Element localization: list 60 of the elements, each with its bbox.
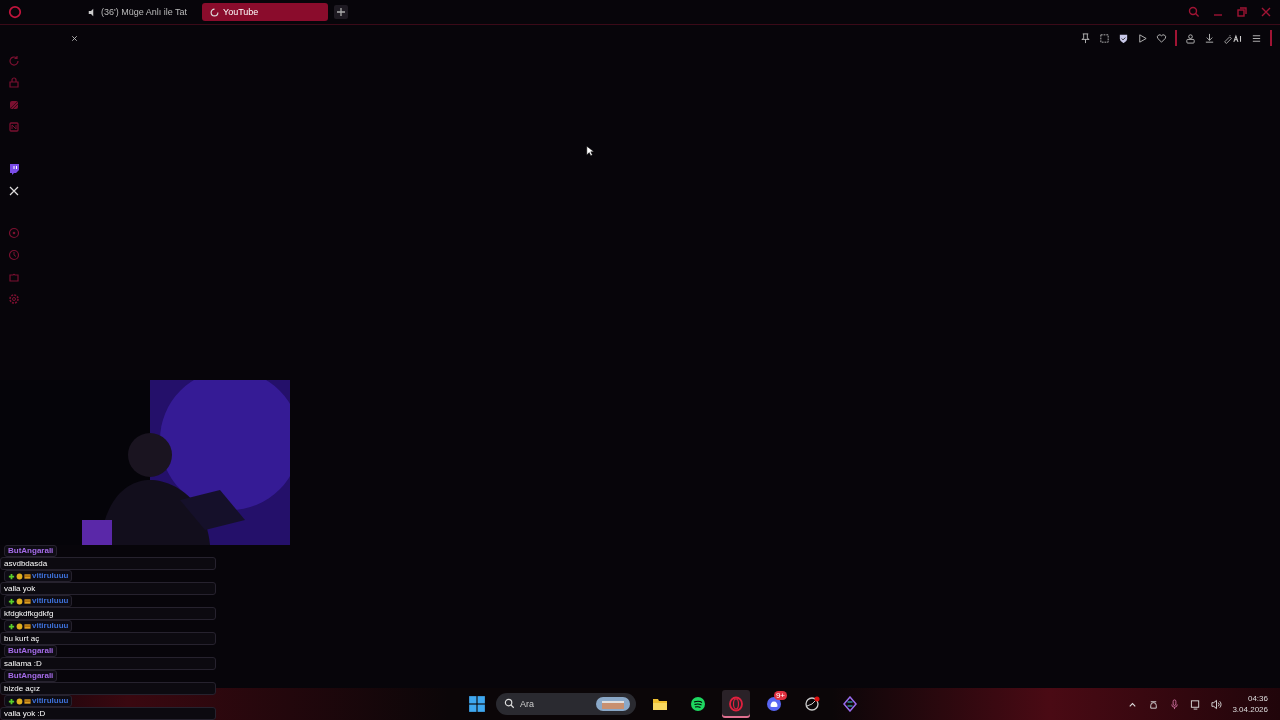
chat-username: vitiruluuu <box>32 696 69 706</box>
microphone-icon[interactable] <box>1169 698 1181 710</box>
heart-icon[interactable] <box>1156 32 1167 44</box>
new-tab-button[interactable] <box>334 5 348 19</box>
speaker-icon[interactable] <box>1211 698 1223 710</box>
steam-icon <box>804 696 820 712</box>
plus-badge-icon <box>8 572 15 580</box>
folder-icon <box>652 696 668 712</box>
cursor-icon <box>586 145 594 157</box>
x-icon[interactable] <box>8 185 20 197</box>
browser-tab[interactable]: (36') Müge Anlı ile Tat <box>80 3 196 21</box>
search-icon[interactable] <box>1188 6 1200 18</box>
chat-message: asvdbdasda <box>0 557 216 570</box>
monitor-icon[interactable] <box>1190 698 1202 710</box>
loading-icon <box>210 7 219 17</box>
play-icon[interactable] <box>1137 32 1148 44</box>
snapshot-icon[interactable] <box>1099 32 1110 44</box>
twitch-icon[interactable] <box>8 163 20 175</box>
coin-badge-icon <box>16 572 23 580</box>
chat-message: valla yok :D <box>0 707 216 720</box>
pin-icon[interactable] <box>1080 32 1091 44</box>
coin-badge-icon <box>16 697 23 705</box>
opera-logo-icon[interactable] <box>8 5 22 19</box>
windows-start-icon[interactable] <box>468 695 486 713</box>
chat-username: vitiruluuu <box>32 571 69 581</box>
chest-badge-icon <box>24 697 31 705</box>
chat-username: ButAngarali <box>8 546 54 556</box>
coin-badge-icon <box>16 597 23 605</box>
search-icon <box>504 698 515 709</box>
chat-message: bizde açız <box>0 682 216 695</box>
chat-message: valla yok <box>0 582 216 595</box>
close-icon[interactable] <box>70 33 79 43</box>
shield-icon[interactable] <box>1118 32 1129 44</box>
menu-icon[interactable] <box>1251 32 1262 44</box>
chat-username: vitiruluuu <box>32 596 69 606</box>
chat-username: ButAngarali <box>8 671 54 681</box>
chest-badge-icon <box>24 572 31 580</box>
spotify-icon <box>690 696 706 712</box>
download-icon[interactable] <box>1204 32 1215 44</box>
chat-username: ButAngarali <box>8 646 54 656</box>
browser-tab[interactable]: YouTube <box>202 3 328 21</box>
chest-badge-icon <box>24 597 31 605</box>
diamond-icon <box>842 696 858 712</box>
opera-icon <box>728 696 744 712</box>
plus-badge-icon <box>8 697 15 705</box>
profile-icon[interactable] <box>1185 32 1196 44</box>
chest-badge-icon <box>24 622 31 630</box>
chat-message: bu kurt aç <box>0 632 216 645</box>
plus-badge-icon <box>8 622 15 630</box>
plus-badge-icon <box>8 597 15 605</box>
clock-time[interactable]: 04:36 <box>1247 693 1268 704</box>
clock-date[interactable]: 3.04.2026 <box>1232 704 1268 715</box>
chat-username: vitiruluuu <box>32 621 69 631</box>
notification-badge: 9+ <box>773 691 787 700</box>
chat-message: sallama :D <box>0 657 216 670</box>
taskbar-app[interactable]: 9+ <box>760 690 788 718</box>
coin-badge-icon <box>16 622 23 630</box>
ai-icon[interactable] <box>1223 32 1243 44</box>
chat-message: kfdgkdfkgdkfg <box>0 607 216 620</box>
discord-icon <box>766 696 782 712</box>
